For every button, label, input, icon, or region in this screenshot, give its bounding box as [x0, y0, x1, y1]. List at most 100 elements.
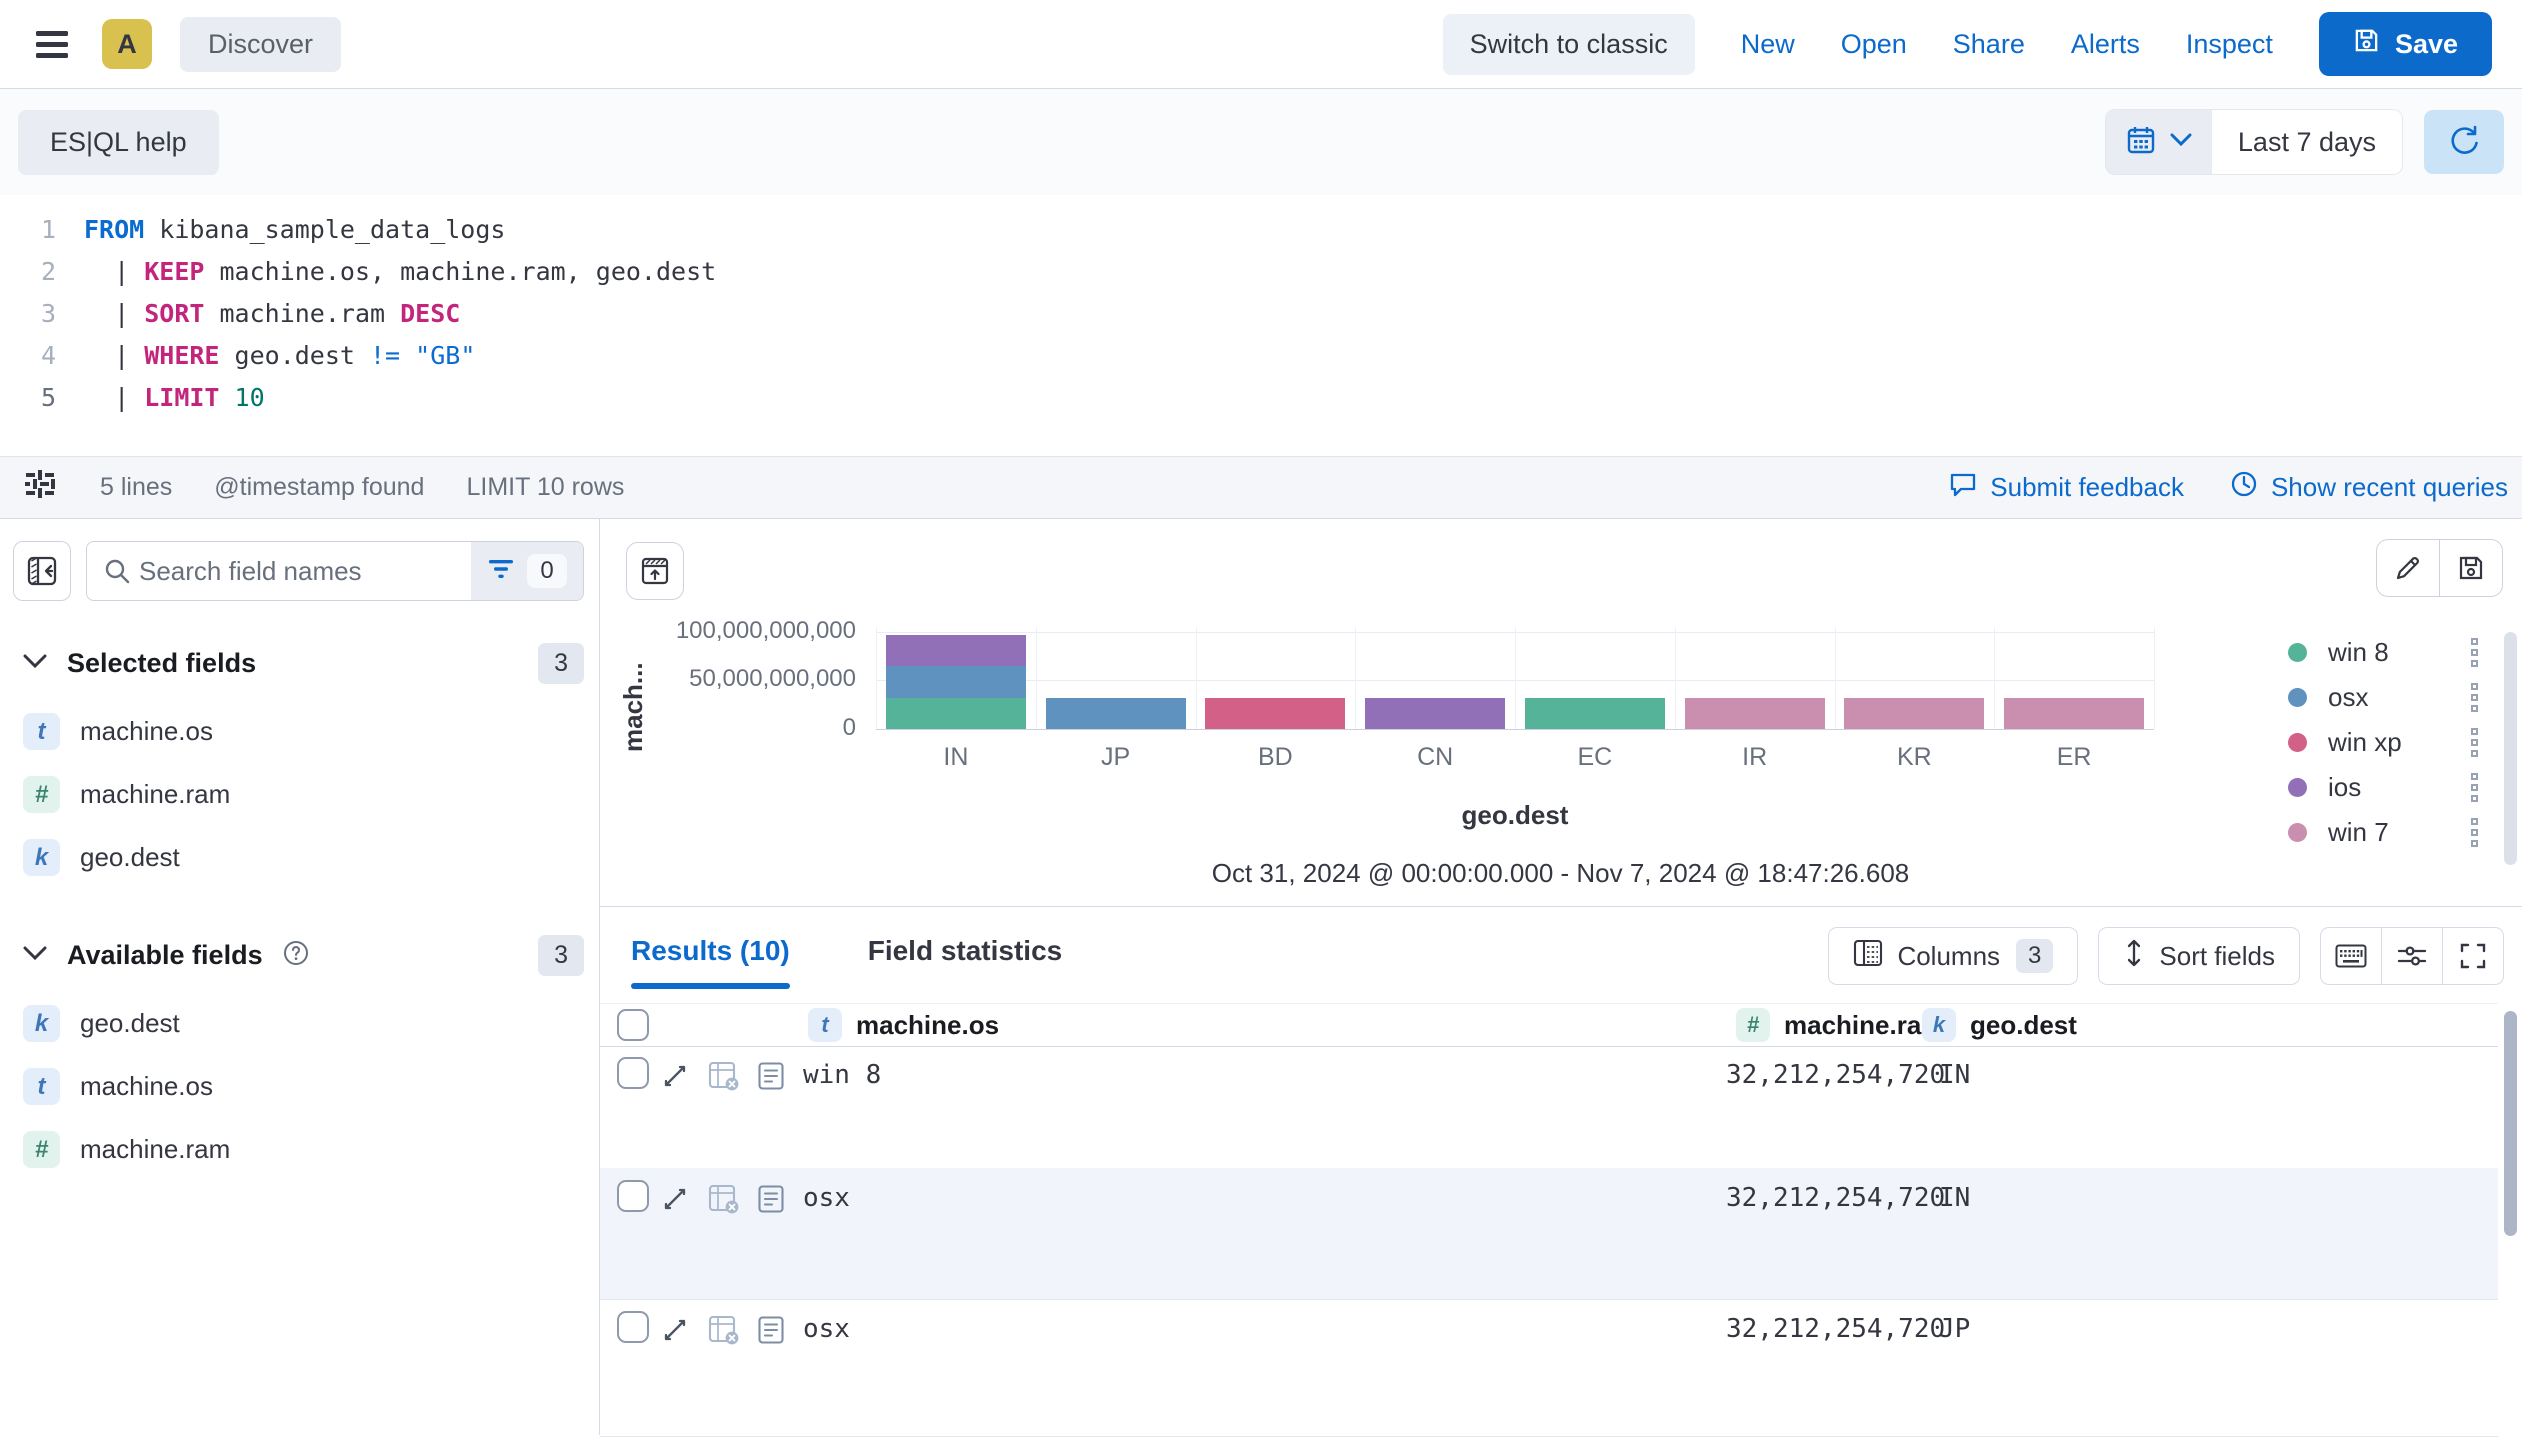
esql-help-button[interactable]: ES|QL help [18, 110, 219, 175]
select-all-checkbox[interactable] [617, 1009, 649, 1041]
field-type-icon: t [23, 713, 60, 750]
expand-row-icon[interactable] [660, 1184, 690, 1219]
open-button[interactable]: Open [1841, 29, 1907, 60]
field-item-machine.os[interactable]: tmachine.os [13, 700, 584, 763]
view-document-icon[interactable] [757, 1061, 785, 1096]
content-area: mach... 050,000,000,000100,000,000,000 I… [600, 519, 2522, 1435]
legend-actions-icon[interactable] [2471, 683, 2484, 712]
degraded-document-icon[interactable] [708, 1315, 740, 1350]
legend-item-win xp[interactable]: win xp [2288, 727, 2484, 757]
tab-results[interactable]: Results (10) [631, 935, 790, 989]
bar-ER-win 7[interactable] [2004, 698, 2144, 729]
timerange-value[interactable]: Last 7 days [2212, 110, 2402, 174]
collapse-sidebar-button[interactable] [13, 541, 71, 601]
esql-query-editor[interactable]: 1FROM kibana_sample_data_logs2 | KEEP ma… [0, 195, 2522, 456]
field-filter-button[interactable]: 0 [471, 542, 583, 600]
bar-KR-win 7[interactable] [1844, 698, 1984, 729]
menu-icon[interactable] [30, 22, 74, 66]
fullscreen-button[interactable] [2442, 928, 2503, 984]
bar-EC-win 8[interactable] [1525, 698, 1665, 729]
row-checkbox[interactable] [617, 1311, 649, 1343]
bar-BD-win xp[interactable] [1205, 698, 1345, 729]
filter-count-badge: 0 [527, 554, 566, 588]
cell-geo-dest: IN [1939, 1060, 1970, 1090]
field-item-geo.dest[interactable]: kgeo.dest [13, 992, 584, 1055]
switch-to-classic-button[interactable]: Switch to classic [1443, 14, 1695, 75]
search-field-names-input[interactable] [137, 555, 471, 588]
legend-item-osx[interactable]: osx [2288, 682, 2484, 712]
expand-row-icon[interactable] [660, 1061, 690, 1096]
refresh-icon [2448, 124, 2480, 161]
breadcrumb[interactable]: Discover [180, 17, 341, 72]
legend-actions-icon[interactable] [2471, 638, 2484, 667]
view-document-icon[interactable] [757, 1315, 785, 1350]
available-fields-header[interactable]: Available fields 3 [13, 935, 584, 976]
legend-item-win 7[interactable]: win 7 [2288, 817, 2484, 847]
column-header-geo-dest[interactable]: k geo.dest [1922, 1004, 2077, 1046]
legend-actions-icon[interactable] [2471, 818, 2484, 847]
x-tick-label-IN: IN [876, 743, 1036, 772]
v-gridline [1994, 627, 1995, 729]
columns-button[interactable]: Columns 3 [1828, 927, 2078, 985]
bar-CN-ios[interactable] [1365, 698, 1505, 729]
bar-IN-win 8[interactable] [886, 698, 1026, 729]
bar-IN-osx[interactable] [886, 666, 1026, 697]
alerts-button[interactable]: Alerts [2071, 29, 2140, 60]
kibana-discover-screen: A Discover Switch to classic New Open Sh… [0, 0, 2522, 1438]
field-item-machine.ram[interactable]: #machine.ram [13, 763, 584, 826]
field-item-machine.os[interactable]: tmachine.os [13, 1055, 584, 1118]
field-item-machine.ram[interactable]: #machine.ram [13, 1118, 584, 1181]
view-document-icon[interactable] [757, 1184, 785, 1219]
help-icon[interactable] [283, 940, 309, 971]
expand-row-icon[interactable] [660, 1315, 690, 1350]
bar-IN-ios[interactable] [886, 635, 1026, 666]
v-gridline [1036, 627, 1037, 729]
column-header-machine-ram[interactable]: # machine.ram [1736, 1004, 1944, 1046]
esql-settings-icon[interactable] [24, 469, 58, 506]
display-options-button[interactable] [2381, 928, 2442, 984]
degraded-document-icon[interactable] [708, 1184, 740, 1219]
editor-footer: 5 lines @timestamp found LIMIT 10 rows S… [0, 456, 2522, 519]
row-checkbox[interactable] [617, 1180, 649, 1212]
legend-actions-icon[interactable] [2471, 773, 2484, 802]
date-picker: Last 7 days [2106, 110, 2402, 174]
legend-color-dot [2288, 688, 2307, 707]
sort-fields-button[interactable]: Sort fields [2098, 927, 2300, 985]
legend-color-dot [2288, 823, 2307, 842]
chart-action-buttons [2376, 539, 2503, 597]
row-checkbox[interactable] [617, 1057, 649, 1089]
inspect-button[interactable]: Inspect [2186, 29, 2273, 60]
field-item-geo.dest[interactable]: kgeo.dest [13, 826, 584, 889]
keyboard-shortcuts-button[interactable] [2321, 928, 2381, 984]
legend-item-win 8[interactable]: win 8 [2288, 637, 2484, 667]
save-visualization-button[interactable] [2439, 540, 2502, 596]
selected-fields-header[interactable]: Selected fields 3 [13, 643, 584, 684]
legend-actions-icon[interactable] [2471, 728, 2484, 757]
v-gridline [1515, 627, 1516, 729]
chart-scrollbar[interactable] [2504, 632, 2517, 865]
refresh-button[interactable] [2424, 110, 2504, 174]
date-picker-quick-menu[interactable] [2106, 110, 2212, 174]
new-button[interactable]: New [1741, 29, 1795, 60]
show-recent-queries-link[interactable]: Show recent queries [2230, 470, 2508, 505]
search-icon [87, 557, 137, 585]
selected-fields-list: tmachine.os#machine.ramkgeo.dest [13, 700, 584, 889]
bar-IR-win 7[interactable] [1685, 698, 1825, 729]
degraded-document-icon[interactable] [708, 1061, 740, 1096]
y-tick-label: 0 [606, 714, 856, 742]
tab-field-statistics[interactable]: Field statistics [868, 935, 1063, 989]
save-button[interactable]: Save [2319, 12, 2492, 76]
results-scrollbar[interactable] [2504, 1011, 2517, 1236]
column-header-machine-os[interactable]: t machine.os [808, 1004, 999, 1046]
line-number: 3 [0, 293, 84, 335]
submit-feedback-link[interactable]: Submit feedback [1949, 471, 2184, 504]
edit-visualization-button[interactable] [2377, 540, 2439, 596]
legend-color-dot [2288, 778, 2307, 797]
avatar[interactable]: A [102, 19, 152, 69]
hide-chart-button[interactable] [626, 542, 684, 600]
available-fields-list: kgeo.desttmachine.os#machine.ram [13, 992, 584, 1181]
legend-label: win xp [2328, 727, 2402, 758]
share-button[interactable]: Share [1953, 29, 2025, 60]
legend-item-ios[interactable]: ios [2288, 772, 2484, 802]
bar-JP-osx[interactable] [1046, 698, 1186, 729]
